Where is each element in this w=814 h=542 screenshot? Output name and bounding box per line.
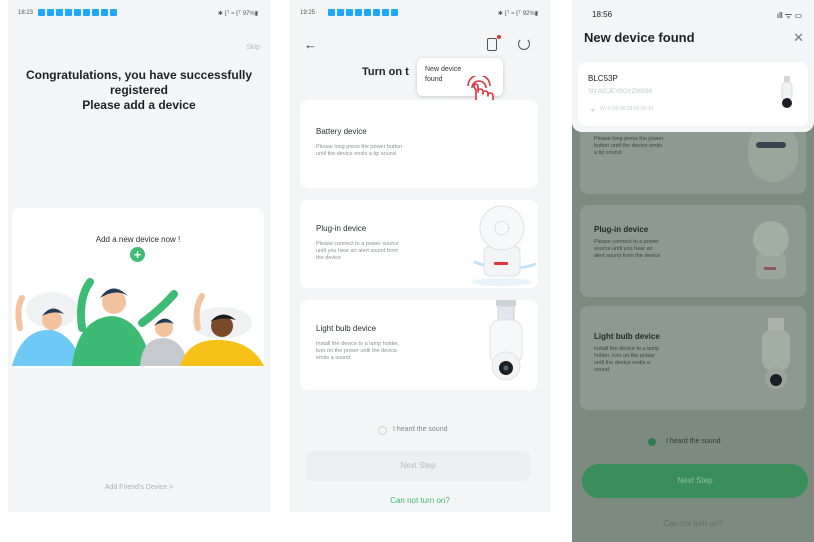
device-desc-line-1: Please long press the power xyxy=(594,136,664,142)
next-step-label: Next Step xyxy=(400,461,436,470)
device-desc-line-1: Install the device to a lamp holder, xyxy=(316,341,400,347)
device-desc-line-2: until you hear an alert sound from xyxy=(316,248,398,254)
tooltip-line-1: New device xyxy=(425,66,462,73)
heard-sound-check-icon[interactable] xyxy=(648,438,656,446)
device-desc-line-4: sound. xyxy=(594,367,611,373)
status-time: 18:56 xyxy=(592,10,613,19)
device-desc-line-2: button until the device emits xyxy=(594,143,663,149)
device-option-light-bulb[interactable]: Light bulb device Install the device to … xyxy=(300,300,538,390)
headline-line-1: Congratulations, you have successfully xyxy=(25,68,253,82)
people-celebrating-illustration xyxy=(12,278,264,366)
headline-line-3: Please add a device xyxy=(82,98,196,112)
device-desc-line-2: holder, turn on the power xyxy=(594,353,655,359)
add-friends-device-link[interactable]: Add Friend's Device > xyxy=(8,484,270,491)
device-desc-line-3: a tip sound. xyxy=(594,150,623,156)
plug-in-camera-image xyxy=(753,221,789,279)
device-desc-line-2: until the device emits a tip sound. xyxy=(316,151,398,157)
notification-dot-icon xyxy=(497,35,501,39)
scan-device-icon[interactable] xyxy=(487,38,497,51)
device-option-light-bulb-dimmed: Light bulb device Install the device to … xyxy=(580,306,806,410)
status-time: 18:23 xyxy=(18,10,34,16)
device-title: Light bulb device xyxy=(316,324,377,333)
cannot-turn-on-link[interactable]: Can not turn on? xyxy=(290,496,550,505)
device-title: Plug-in device xyxy=(316,224,367,233)
heard-sound-label: I heard the sound xyxy=(393,426,448,433)
add-device-card[interactable]: Add a new device now ! + xyxy=(12,208,264,368)
device-desc-line-2: source until you hear an xyxy=(594,246,653,252)
device-desc-line-3: until the device emits a xyxy=(594,360,650,366)
device-desc-line-1: Install the device to a lamp xyxy=(594,346,660,352)
sheet-title: New device found xyxy=(584,30,695,45)
plug-in-camera-image xyxy=(472,205,537,286)
device-title: Battery device xyxy=(316,127,367,136)
status-bar: 19:25 ✱ ⁅ᵀ ≈ ⁅ᵀ 92%▮ xyxy=(290,8,550,20)
next-step-button[interactable]: Next Step xyxy=(582,464,808,498)
status-indicators: ✱ ⁅ᵀ ≈ ⁅ᵀ 92%▮ xyxy=(497,11,538,17)
wifi-icon: ᯤ xyxy=(590,108,596,114)
new-device-found-sheet: 18:56 ıll ᯤ ▭ New device found ✕ BLC53P … xyxy=(572,0,814,132)
device-desc-line-3: alert sound from the device xyxy=(594,253,661,259)
found-device-serial: SN:AICJEYBGYZ90098 xyxy=(588,89,653,95)
device-title: Light bulb device xyxy=(594,332,660,341)
device-option-plug-in[interactable]: Plug-in device Please connect to a power… xyxy=(300,200,538,288)
notification-icons xyxy=(38,9,117,16)
light-bulb-camera-image xyxy=(762,318,790,389)
cannot-turn-on-link[interactable]: Can not turn on? xyxy=(572,519,814,528)
tooltip-line-2: found xyxy=(425,76,443,83)
status-indicators: ✱ ⁅ᵀ ≈ ⁅ᵀ 97%▮ xyxy=(217,11,258,17)
light-bulb-camera-image xyxy=(489,300,523,381)
found-device-card[interactable]: BLC53P SN:AICJEYBGYZ90098 ᯤ Wi-Fi 66:48:… xyxy=(578,62,808,126)
phone-screen-turn-on: 19:25 ✱ ⁅ᵀ ≈ ⁅ᵀ 92%▮ ← Turn on t New dev… xyxy=(290,0,550,512)
headline-line-2: registered xyxy=(109,83,169,97)
heard-sound-label: I heard the sound xyxy=(666,438,721,445)
page-title: Turn on t xyxy=(362,66,409,78)
device-desc-line-1: Please long press the power button xyxy=(316,144,403,150)
phone-screen-new-device-found: Please long press the power button until… xyxy=(572,0,814,542)
found-device-wifi-info: Wi-Fi 66:48:28:06:06:10 xyxy=(600,106,654,112)
device-desc-line-1: Please connect to a power source xyxy=(316,241,399,247)
back-arrow-icon[interactable]: ← xyxy=(304,37,317,52)
device-desc-line-1: Please connect to a power xyxy=(594,239,659,245)
refresh-icon[interactable] xyxy=(518,38,530,50)
phone-screen-welcome: 18:23 ✱ ⁅ᵀ ≈ ⁅ᵀ 97%▮ Skip Congratulation… xyxy=(8,0,270,512)
heard-sound-radio[interactable] xyxy=(378,426,387,435)
add-device-plus-icon[interactable]: + xyxy=(130,247,145,262)
skip-link[interactable]: Skip xyxy=(246,44,260,51)
device-desc-line-2: turn on the power until the device xyxy=(316,348,398,354)
add-device-label: Add a new device now ! xyxy=(95,235,181,244)
device-option-plug-in-dimmed: Plug-in device Please connect to a power… xyxy=(580,205,806,297)
device-desc-line-3: emits a sound. xyxy=(316,355,352,361)
close-icon[interactable]: ✕ xyxy=(793,30,804,46)
status-indicators: ıll ᯤ ▭ xyxy=(776,11,802,20)
found-device-bulb-icon xyxy=(781,76,793,108)
status-bar: 18:56 ıll ᯤ ▭ xyxy=(572,8,814,20)
device-desc-line-3: the device xyxy=(316,255,342,261)
device-title: Plug-in device xyxy=(594,225,649,234)
next-step-button[interactable]: Next Step xyxy=(306,451,530,481)
next-step-label: Next Step xyxy=(677,476,713,485)
status-bar: 18:23 ✱ ⁅ᵀ ≈ ⁅ᵀ 97%▮ xyxy=(8,8,270,20)
notification-icons xyxy=(328,9,398,16)
status-time: 19:25 xyxy=(300,10,316,16)
found-device-name: BLC53P xyxy=(588,74,618,83)
device-option-battery[interactable]: Battery device Please long press the pow… xyxy=(300,100,538,188)
